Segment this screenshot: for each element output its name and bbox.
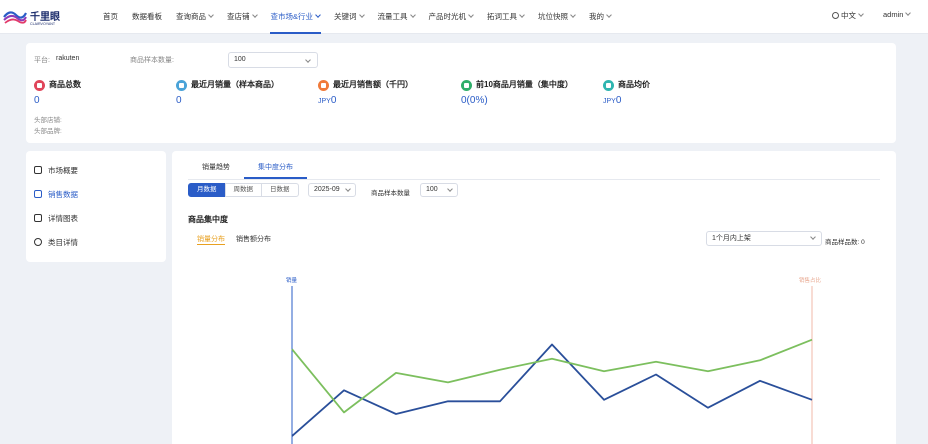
side-item-label: 详情图表 — [48, 214, 78, 223]
globe-icon — [832, 12, 839, 19]
nav-item-label: 坑位快照 — [538, 12, 569, 21]
nav-item-1[interactable]: 数据看板 — [125, 0, 169, 34]
nav-item-2[interactable]: 查询商品 — [169, 0, 220, 34]
head-store-label: 头部店铺: — [34, 117, 62, 124]
overview-icon — [34, 166, 42, 174]
stat-title: 最近月销量（样本商品） — [191, 80, 279, 89]
chevron-down-icon — [305, 57, 311, 63]
user-menu[interactable]: admin — [883, 10, 912, 19]
nav-item-10[interactable]: 我的 — [582, 0, 618, 34]
stat-title: 最近月销售额（千円） — [333, 80, 413, 89]
nav-item-8[interactable]: 拓词工具 — [480, 0, 531, 34]
side-item-overview[interactable]: 市场概要 — [34, 165, 78, 181]
chevron-down-icon — [606, 12, 612, 18]
chevron-down-icon — [468, 12, 474, 18]
language-label: 中文 — [841, 11, 856, 20]
nav-item-label: 查询商品 — [176, 12, 206, 21]
nav-item-7[interactable]: 产品时光机 — [422, 0, 481, 34]
box-icon — [34, 80, 45, 91]
price-icon — [603, 80, 614, 91]
head-brand-label: 头部品牌: — [34, 128, 62, 135]
stat-value: JPY0 — [603, 95, 622, 106]
side-menu: 市场概要 销售数据 详情图表 类目详情 — [26, 151, 166, 262]
stat-title: 商品总数 — [49, 80, 81, 89]
nav-item-label: 关键词 — [334, 12, 357, 21]
brand-logo[interactable]: 千里眼 CLAIRVOYANT — [2, 6, 62, 30]
platform-label: 平台: — [34, 57, 50, 64]
username: admin — [883, 10, 904, 19]
chart-icon — [34, 214, 42, 222]
stat-value: 0 — [34, 95, 40, 106]
chevron-down-icon — [358, 12, 365, 18]
bag-icon — [461, 80, 472, 91]
chevron-down-icon — [905, 10, 912, 16]
nav-item-6[interactable]: 流量工具 — [371, 0, 422, 34]
side-item-category-detail[interactable]: 类目详情 — [34, 237, 78, 253]
flame-icon — [318, 80, 329, 91]
chevron-down-icon — [208, 12, 214, 18]
nav-item-5[interactable]: 关键词 — [327, 0, 371, 34]
chevron-down-icon — [519, 12, 525, 18]
stat-title: 前10商品月销量（集中度） — [476, 80, 573, 89]
sample-size-select[interactable]: 100 — [228, 52, 318, 68]
sales-data-icon — [34, 190, 42, 198]
nav-item-label: 我的 — [589, 12, 605, 21]
brand-subname: CLAIRVOYANT — [30, 21, 56, 26]
chevron-down-icon — [858, 11, 864, 17]
side-item-detail-charts[interactable]: 详情图表 — [34, 213, 78, 229]
nav-item-label: 拓词工具 — [487, 12, 518, 21]
sample-size-label: 商品样本数量: — [130, 57, 174, 64]
nav-item-4[interactable]: 查市场&行业 — [264, 0, 328, 34]
chevron-down-icon — [251, 12, 258, 18]
nav-item-label: 产品时光机 — [428, 12, 467, 21]
side-item-sales-data[interactable]: 销售数据 — [34, 189, 78, 205]
platform-value: rakuten — [56, 55, 80, 62]
stat-value: JPY0 — [318, 95, 337, 106]
logo-icon — [3, 11, 27, 24]
nav-item-3[interactable]: 查店铺 — [220, 0, 264, 34]
side-item-label: 市场概要 — [48, 166, 78, 175]
category-icon — [34, 238, 42, 246]
nav-item-label: 查店铺 — [227, 12, 250, 21]
concentration-chart — [291, 286, 813, 444]
stat-value: 0(0%) — [461, 95, 488, 106]
nav-item-label: 首页 — [103, 12, 118, 21]
stat-title: 商品均价 — [618, 80, 650, 89]
sample-size-value: 100 — [234, 56, 246, 63]
language-switcher[interactable]: 中文 — [832, 10, 864, 21]
nav-item-0[interactable]: 首页 — [96, 0, 125, 34]
stat-value: 0 — [176, 95, 182, 106]
chevron-down-icon — [315, 12, 321, 18]
side-item-label: 类目详情 — [48, 238, 78, 247]
nav-item-9[interactable]: 坑位快照 — [531, 0, 582, 34]
cart-icon — [176, 80, 187, 91]
main-panel: 销量趋势 集中度分布 月数据 周数据 日数据 2025-09 商品样本数量 10… — [172, 151, 896, 444]
nav-item-label: 查市场&行业 — [270, 12, 314, 21]
side-item-label: 销售数据 — [48, 190, 78, 199]
top-navbar: 千里眼 CLAIRVOYANT 首页 数据看板 查询商品 查店铺 查市场&行业 关键词 流量… — [0, 0, 928, 34]
chevron-down-icon — [409, 12, 416, 18]
main-nav: 首页 数据看板 查询商品 查店铺 查市场&行业 关键词 流量工具 产品时光机 拓词工具 坑位快照 我… — [96, 0, 618, 34]
chevron-down-icon — [570, 12, 576, 18]
market-summary-card: 平台: rakuten 商品样本数量: 100 商品总数 0 最近月销量（样本商… — [26, 43, 896, 143]
nav-item-label: 流量工具 — [377, 12, 408, 21]
nav-item-label: 数据看板 — [132, 12, 162, 21]
